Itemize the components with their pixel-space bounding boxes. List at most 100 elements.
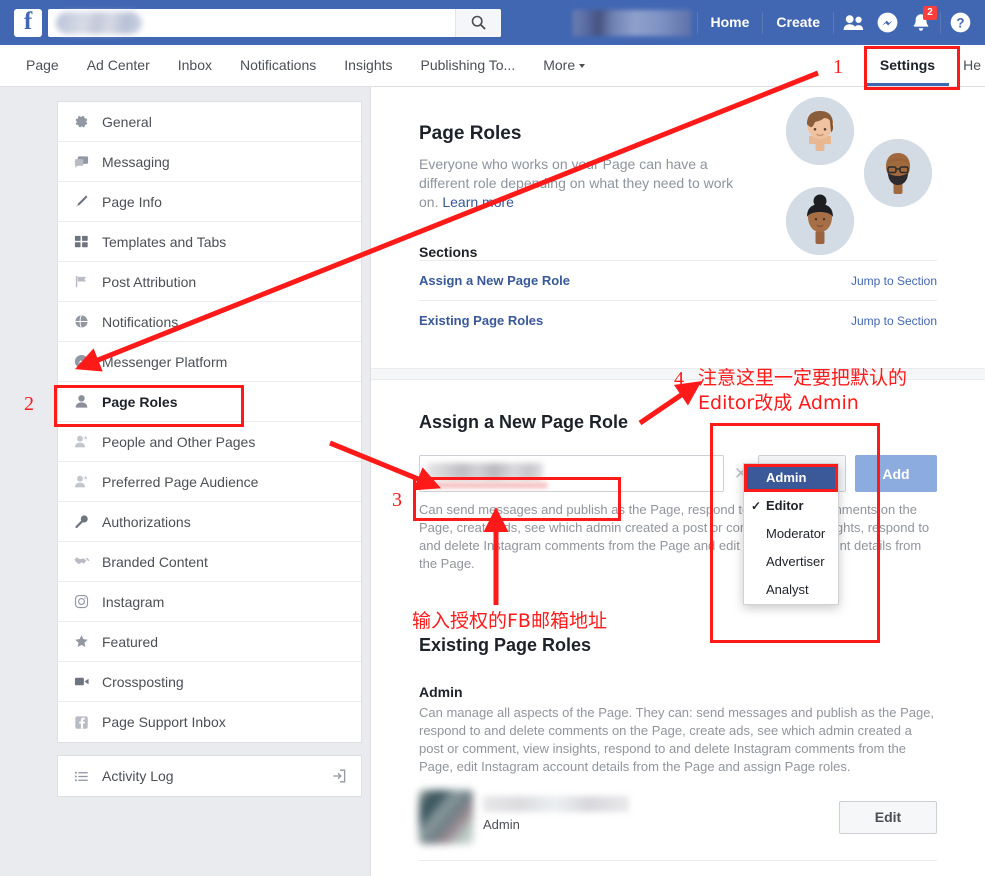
avatar-illustration-group [780, 95, 955, 260]
list-icon [74, 769, 96, 784]
member-info: Admin [483, 790, 713, 844]
assign-new-role-section: Assign a New Page Role ✕ Add Can send me… [371, 380, 985, 573]
tab-more[interactable]: More [529, 45, 599, 86]
search-icon[interactable] [455, 8, 501, 37]
create-link[interactable]: Create [765, 0, 831, 45]
tab-inbox[interactable]: Inbox [164, 45, 226, 86]
facebook-icon [74, 715, 96, 730]
tab-help[interactable]: He [949, 45, 985, 86]
help-icon[interactable]: ? [943, 0, 977, 45]
role-help-text: Can send messages and publish as the Pag… [419, 502, 930, 571]
settings-sidebar: General Messaging Page Info Templates an… [57, 101, 362, 797]
sidebar-item-authorizations[interactable]: Authorizations [58, 502, 361, 542]
wrench-icon [74, 514, 96, 529]
sidebar-item-label: Page Roles [102, 393, 178, 410]
page-description: Everyone who works on your Page can have… [419, 155, 749, 212]
sidebar-item-general[interactable]: General [58, 102, 361, 142]
open-external-icon[interactable] [331, 768, 347, 784]
sidebar-item-featured[interactable]: Featured [58, 622, 361, 662]
sidebar-item-branded-content[interactable]: Branded Content [58, 542, 361, 582]
section-link-assign[interactable]: Assign a New Page Role [419, 273, 570, 288]
main-content-panel: Page Roles Everyone who works on your Pa… [370, 87, 985, 876]
dropdown-option-label: Moderator [766, 526, 826, 541]
person-star-icon [74, 474, 96, 489]
sidebar-item-label: General [102, 113, 152, 130]
dropdown-option-admin[interactable]: Admin [744, 464, 838, 492]
messenger-icon[interactable] [870, 0, 904, 45]
person-email-input[interactable] [419, 455, 724, 492]
sidebar-item-label: Messenger Platform [102, 353, 228, 370]
instagram-icon [74, 594, 96, 609]
divider [940, 11, 941, 34]
sidebar-item-people-and-other-pages[interactable]: People and Other Pages [58, 422, 361, 462]
tab-page[interactable]: Page [12, 45, 73, 86]
edit-button[interactable]: Edit [839, 800, 937, 834]
section-row-existing[interactable]: Existing Page Roles Jump to Section [419, 300, 937, 340]
sidebar-item-instagram[interactable]: Instagram [58, 582, 361, 622]
page-roles-hero: Page Roles Everyone who works on your Pa… [371, 87, 985, 358]
section-link-existing[interactable]: Existing Page Roles [419, 313, 543, 328]
chat-bubble-icon [74, 154, 96, 169]
divider [696, 11, 698, 34]
search-box[interactable] [48, 8, 501, 37]
sidebar-item-label: Post Attribution [102, 273, 197, 290]
sidebar-item-templates-and-tabs[interactable]: Templates and Tabs [58, 222, 361, 262]
sidebar-item-label: Page Support Inbox [102, 714, 226, 730]
flag-icon [74, 274, 96, 289]
sidebar-item-label: Messaging [102, 153, 170, 170]
jump-to-section-link[interactable]: Jump to Section [851, 314, 937, 328]
role-dropdown-menu[interactable]: Admin ✓ Editor Moderator Advertiser Anal… [743, 463, 839, 605]
sidebar-item-messaging[interactable]: Messaging [58, 142, 361, 182]
pencil-icon [74, 194, 96, 209]
sidebar-item-label: Branded Content [102, 553, 208, 570]
sidebar-item-preferred-page-audience[interactable]: Preferred Page Audience [58, 462, 361, 502]
jump-to-section-link[interactable]: Jump to Section [851, 274, 937, 288]
sidebar-item-messenger-platform[interactable]: Messenger Platform [58, 342, 361, 382]
check-icon: ✓ [751, 499, 762, 513]
tab-more-label: More [543, 57, 576, 73]
tab-notifications[interactable]: Notifications [226, 45, 330, 86]
video-icon [74, 674, 96, 689]
dropdown-option-advertiser[interactable]: Advertiser [744, 548, 838, 576]
sidebar-item-label: Crossposting [102, 673, 184, 690]
sidebar-item-label: Preferred Page Audience [102, 473, 259, 490]
person-icon [74, 394, 96, 409]
avatar [786, 187, 854, 255]
sidebar-item-crossposting[interactable]: Crossposting [58, 662, 361, 702]
friend-requests-icon[interactable] [836, 0, 870, 45]
dropdown-option-editor[interactable]: ✓ Editor [744, 492, 838, 520]
sidebar-item-page-roles[interactable]: Page Roles [58, 382, 361, 422]
tab-settings[interactable]: Settings [866, 45, 949, 86]
grid-icon [74, 234, 96, 249]
input-underline [426, 483, 548, 488]
dropdown-option-moderator[interactable]: Moderator [744, 520, 838, 548]
tab-ad-center[interactable]: Ad Center [73, 45, 164, 86]
tab-publishing-tools[interactable]: Publishing To... [407, 45, 530, 86]
member-role-label: Admin [483, 817, 520, 832]
sidebar-item-label: Featured [102, 633, 159, 650]
tab-insights[interactable]: Insights [330, 45, 406, 86]
section-row-assign[interactable]: Assign a New Page Role Jump to Section [419, 260, 937, 300]
facebook-logo-icon[interactable]: f [14, 8, 42, 37]
sidebar-item-page-info[interactable]: Page Info [58, 182, 361, 222]
dropdown-option-analyst[interactable]: Analyst [744, 576, 838, 604]
dropdown-option-label: Editor [766, 498, 804, 513]
avatar [786, 97, 854, 165]
gear-icon [74, 114, 96, 129]
svg-text:?: ? [956, 16, 964, 31]
account-name-redacted[interactable] [572, 9, 691, 36]
learn-more-link[interactable]: Learn more [442, 194, 514, 210]
sidebar-item-activity-log[interactable]: Activity Log [58, 756, 361, 796]
sidebar-item-post-attribution[interactable]: Post Attribution [58, 262, 361, 302]
messenger-icon [74, 354, 96, 369]
home-link[interactable]: Home [700, 0, 761, 45]
dropdown-option-label: Admin [766, 470, 807, 485]
notifications-icon[interactable]: 2 [904, 0, 938, 45]
sidebar-item-notifications[interactable]: Notifications [58, 302, 361, 342]
star-icon [74, 634, 96, 649]
facebook-topbar: f Home Create 2 ? [0, 0, 985, 45]
add-button[interactable]: Add [855, 455, 937, 492]
sidebar-item-label: Templates and Tabs [102, 233, 227, 250]
existing-role-description: Can manage all aspects of the Page. They… [419, 705, 935, 774]
sidebar-item-page-support-inbox[interactable]: Page Support Inbox [58, 702, 361, 742]
